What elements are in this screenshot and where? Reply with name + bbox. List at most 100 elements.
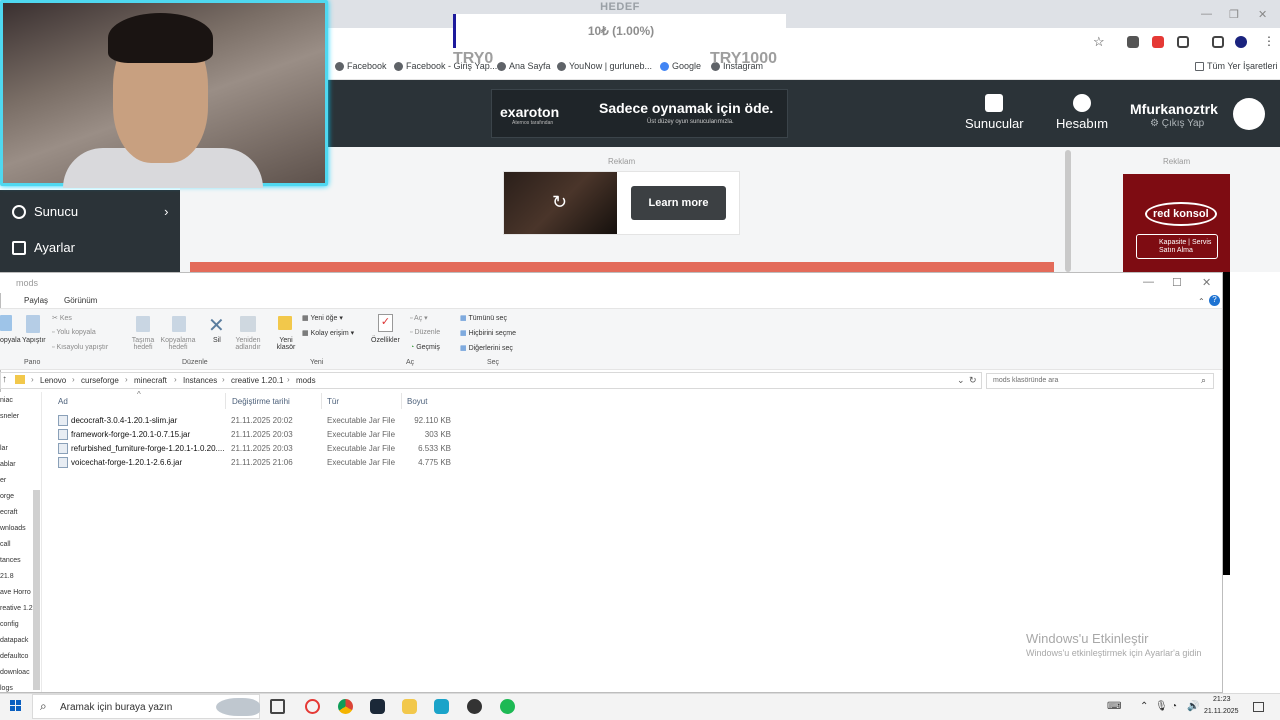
- extension-tp-icon[interactable]: [1152, 36, 1164, 48]
- right-ad[interactable]: red konsol Kapasite | Servis Satın Alma: [1123, 174, 1230, 272]
- column-divider[interactable]: [401, 393, 402, 409]
- column-name[interactable]: Ad: [58, 397, 68, 406]
- replay-icon[interactable]: ↻: [552, 192, 567, 213]
- maximize-icon[interactable]: ☐: [1172, 276, 1182, 289]
- history-button[interactable]: ◔ Geçmiş: [410, 344, 440, 351]
- nav-servers[interactable]: Sunucular: [965, 94, 1024, 131]
- close-icon[interactable]: ✕: [1258, 8, 1267, 21]
- copy-to-button[interactable]: Kopyalama hedefi: [160, 337, 196, 351]
- search-icon[interactable]: ⌕: [1201, 375, 1206, 386]
- breadcrumb-instances[interactable]: Instances: [183, 376, 217, 385]
- windows-start-icon[interactable]: [10, 700, 22, 712]
- copy-path-button[interactable]: ▫ Yolu kopyala: [52, 329, 96, 336]
- microphone-icon[interactable]: 🎙: [1155, 701, 1168, 712]
- delete-button[interactable]: Sil: [213, 337, 221, 344]
- notification-icon[interactable]: [1253, 702, 1264, 712]
- learn-more-button[interactable]: Learn more: [631, 186, 726, 220]
- maximize-icon[interactable]: ❐: [1229, 8, 1239, 21]
- move-to-button[interactable]: Taşıma hedefi: [129, 337, 157, 351]
- bookmark-younow[interactable]: YouNow | gurluneb...: [557, 61, 652, 71]
- right-ad-button[interactable]: Kapasite | Servis Satın Alma: [1136, 234, 1218, 259]
- nav-pane-item[interactable]: config: [0, 621, 19, 628]
- column-date[interactable]: Değiştirme tarihi: [232, 397, 290, 406]
- nav-account[interactable]: Hesabım: [1056, 94, 1108, 131]
- bookmark-google[interactable]: Google: [660, 61, 701, 71]
- page-scrollbar[interactable]: [1065, 150, 1071, 272]
- spotify-icon[interactable]: [500, 699, 515, 714]
- rename-button[interactable]: Yeniden adlandır: [232, 337, 264, 351]
- app-red-icon[interactable]: [305, 699, 320, 714]
- new-item-button[interactable]: ▦ Yeni öğe ▾: [302, 314, 343, 322]
- keyboard-icon[interactable]: ⌨: [1107, 701, 1121, 712]
- sidebar-item-settings[interactable]: Ayarlar: [12, 240, 75, 255]
- nav-pane-item[interactable]: 21.8: [0, 573, 14, 580]
- nav-pane-item[interactable]: ecraft: [0, 509, 18, 516]
- column-divider[interactable]: [321, 393, 322, 409]
- steam-icon[interactable]: [370, 699, 385, 714]
- edit-button[interactable]: ▫ Düzenle: [410, 329, 440, 336]
- column-divider[interactable]: [225, 393, 226, 409]
- nav-pane-item[interactable]: datapack: [0, 637, 28, 644]
- up-arrow-icon[interactable]: ↑: [2, 374, 7, 385]
- nav-pane-item[interactable]: er: [0, 477, 6, 484]
- explorer-search-input[interactable]: mods klasöründe ara: [986, 373, 1214, 389]
- open-button[interactable]: ▫ Aç ▾: [410, 314, 428, 322]
- all-bookmarks[interactable]: Tüm Yer İşaretleri: [1195, 61, 1278, 71]
- volume-icon[interactable]: 🔊: [1187, 701, 1199, 712]
- column-type[interactable]: Tür: [327, 397, 339, 406]
- minimize-icon[interactable]: ―: [1143, 276, 1154, 288]
- easy-access-button[interactable]: ▦ Kolay erişim ▾: [302, 329, 354, 337]
- paste-shortcut-button[interactable]: ▫ Kısayolu yapıştır: [52, 344, 108, 351]
- collapse-ribbon-icon[interactable]: ⌃: [1198, 297, 1205, 306]
- exaroton-banner[interactable]: exaroton Aternos tarafından Sadece oynam…: [491, 89, 788, 138]
- nav-pane-item[interactable]: orge: [0, 493, 14, 500]
- reading-list-icon[interactable]: [1212, 36, 1224, 48]
- obs-icon[interactable]: [467, 699, 482, 714]
- breadcrumb-lenovo[interactable]: Lenovo: [40, 376, 66, 385]
- chevron-up-icon[interactable]: ⌃: [1140, 701, 1148, 712]
- nav-pane-item[interactable]: sneler: [0, 413, 19, 420]
- logout-link[interactable]: ⚙ Çıkış Yap: [1150, 118, 1204, 129]
- nav-pane-item[interactable]: tances: [0, 557, 21, 564]
- nav-pane-item[interactable]: ave Horro: [0, 589, 31, 596]
- nav-pane-item[interactable]: wnloads: [0, 525, 26, 532]
- properties-button[interactable]: Özellikler: [371, 337, 400, 344]
- file-explorer-icon[interactable]: [402, 699, 417, 714]
- nav-pane-item[interactable]: reative 1.2: [0, 605, 33, 612]
- refresh-icon[interactable]: ↻: [969, 375, 977, 386]
- tab-share[interactable]: Paylaş: [24, 296, 48, 305]
- new-folder-button[interactable]: Yeni klasör: [272, 337, 300, 351]
- chrome-icon[interactable]: [338, 699, 353, 714]
- avatar[interactable]: [1233, 98, 1265, 130]
- sidebar-item-server[interactable]: Sunucu ›: [12, 204, 168, 219]
- paste-button[interactable]: Yapıştır: [22, 337, 46, 344]
- bookmark-home[interactable]: Ana Sayfa: [497, 61, 551, 71]
- cut-button[interactable]: ✂ Kes: [52, 314, 72, 322]
- minimize-icon[interactable]: ―: [1201, 8, 1212, 20]
- file-row[interactable]: refurbished_furniture-forge-1.20.1-1.0.2…: [56, 442, 456, 455]
- menu-icon[interactable]: ⋮: [1263, 34, 1275, 48]
- tab-view[interactable]: Görünüm: [64, 296, 97, 305]
- chevron-down-icon[interactable]: ⌄: [957, 375, 965, 386]
- close-icon[interactable]: ✕: [1202, 276, 1211, 289]
- network-icon[interactable]: ◔: [1171, 701, 1177, 712]
- bookmark-facebook[interactable]: Facebook: [335, 61, 387, 71]
- select-all-button[interactable]: ▦ Tümünü seç: [460, 314, 507, 322]
- extension-off-icon[interactable]: [1127, 36, 1139, 48]
- nav-pane-item[interactable]: niac: [0, 397, 13, 404]
- clock-time[interactable]: 21:23: [1213, 696, 1231, 703]
- extensions-puzzle-icon[interactable]: [1177, 36, 1189, 48]
- file-row[interactable]: decocraft-3.0.4-1.20.1-slim.jar 21.11.20…: [56, 414, 456, 427]
- column-size[interactable]: Boyut: [407, 397, 427, 406]
- file-row[interactable]: framework-forge-1.20.1-0.7.15.jar 21.11.…: [56, 428, 456, 441]
- select-none-button[interactable]: ▦ Hiçbirini seçme: [460, 329, 516, 337]
- nav-pane-item[interactable]: call: [0, 541, 11, 548]
- nav-pane-item[interactable]: downloac: [0, 669, 30, 676]
- help-icon[interactable]: ?: [1209, 295, 1220, 306]
- app-cyan-icon[interactable]: [434, 699, 449, 714]
- breadcrumb-minecraft[interactable]: minecraft: [134, 376, 167, 385]
- nav-pane-item[interactable]: ablar: [0, 461, 16, 468]
- breadcrumb-creative[interactable]: creative 1.20.1: [231, 376, 283, 385]
- breadcrumb-mods[interactable]: mods: [296, 376, 316, 385]
- file-row[interactable]: voicechat-forge-1.20.1-2.6.6.jar 21.11.2…: [56, 456, 456, 469]
